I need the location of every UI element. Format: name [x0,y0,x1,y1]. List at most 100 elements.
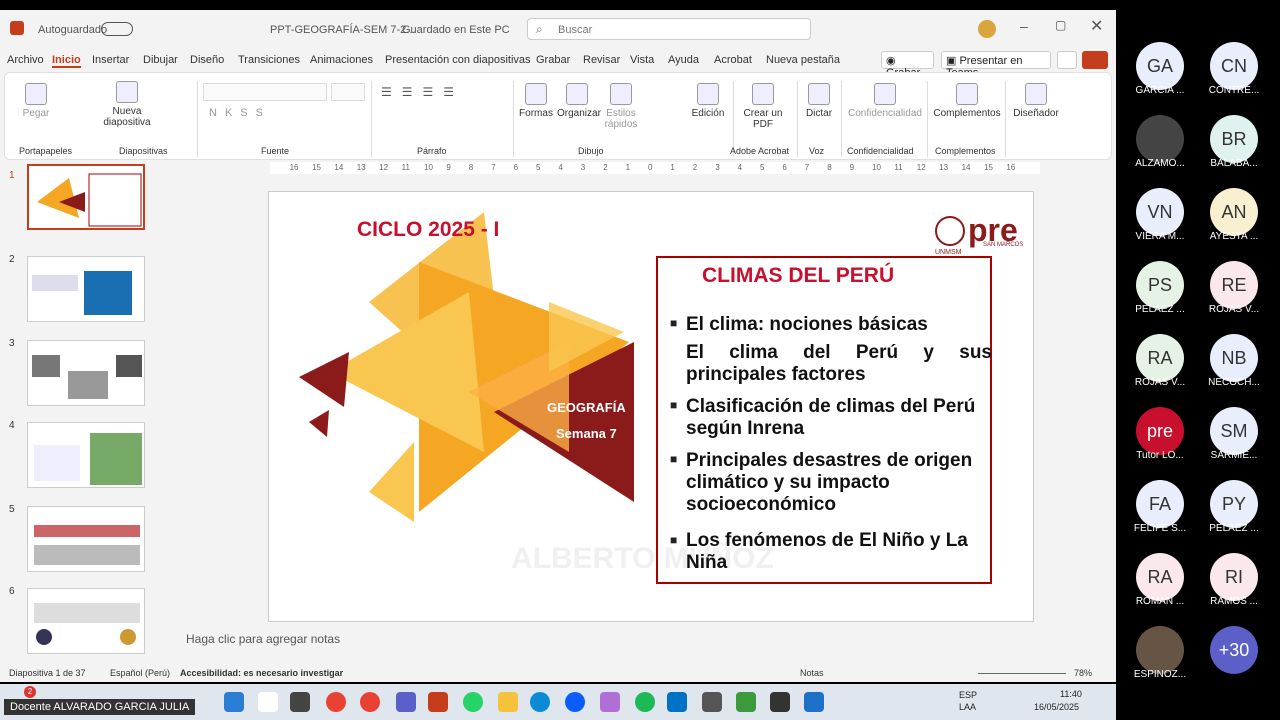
zoom-slider[interactable] [978,673,1066,674]
participant-avatar[interactable]: NB [1210,334,1258,382]
paste-button[interactable]: Pegar [19,83,53,119]
menu-diseno[interactable]: Diseño [190,54,224,66]
ruler-tick: 15 [984,163,993,172]
search-input[interactable]: Buscar [558,24,592,36]
participant-avatar[interactable]: VN [1136,188,1184,236]
designer-button[interactable]: Diseñador [1009,83,1063,119]
app-icon[interactable] [770,692,790,712]
cycle-title: CICLO 2025 - I [357,218,500,241]
new-slide-button[interactable]: Nueva diapositiva [99,81,155,128]
language-status[interactable]: Español (Perú) [110,668,170,678]
participant-avatar[interactable]: RA [1136,334,1184,382]
participant-avatar[interactable]: +30 [1210,626,1258,674]
thumbnail-slide-5[interactable] [27,506,145,572]
font-size-select[interactable] [331,83,365,101]
menu-dibujar[interactable]: Dibujar [143,54,178,66]
quick-styles-button[interactable]: Estilos rápidos [599,83,643,130]
participant-avatar[interactable] [1136,626,1184,674]
slide-canvas[interactable]: CICLO 2025 - I GEOGRAFÍA Semana 7 ALBERT… [268,191,1034,622]
notification-badge: 2 [24,686,36,698]
accessibility-status[interactable]: Accesibilidad: es necesario investigar [180,668,343,678]
thumbnail-slide-6[interactable] [27,588,145,654]
record-button[interactable]: ◉ Grabar [881,51,934,79]
zoom-level[interactable]: 78% [1074,668,1092,678]
autosave-label: Autoguardado [38,24,108,36]
zoom-icon[interactable] [565,692,585,712]
folder-icon[interactable] [498,692,518,712]
participant-avatar[interactable]: BR [1210,115,1258,163]
chrome-icon[interactable] [360,692,380,712]
thumbnail-slide-3[interactable] [27,340,145,406]
present-teams-button[interactable]: ▣ Presentar en Teams [941,51,1051,79]
menu-animaciones[interactable]: Animaciones [310,54,373,66]
user-avatar[interactable] [978,20,996,38]
notes-placeholder[interactable]: Haga clic para agregar notas [186,632,340,646]
participant-avatar[interactable]: CN [1210,42,1258,90]
menu-revisar[interactable]: Revisar [583,54,620,66]
participant-avatar[interactable] [1136,115,1184,163]
maximize-icon[interactable]: ▢ [1055,18,1066,32]
spotify-icon[interactable] [635,692,655,712]
task-view-icon[interactable] [290,692,310,712]
menu-presentacion[interactable]: Presentación con diapositivas [385,54,531,66]
participant-avatar[interactable]: PY [1210,480,1258,528]
new-slide-label: Nueva diapositiva [103,106,151,128]
ruler-tick: 14 [961,163,971,172]
outlook-icon[interactable] [667,692,687,712]
app-icon[interactable] [736,692,756,712]
participant-avatar[interactable]: GA [1136,42,1184,90]
create-pdf-button[interactable]: Crear un PDF [743,83,783,130]
editing-button[interactable]: Edición [688,83,728,119]
thumbnail-slide-2[interactable] [27,256,145,322]
search-icon[interactable] [258,692,278,712]
thumbnail-slide-4[interactable] [27,422,145,488]
whatsapp-icon[interactable] [463,692,483,712]
file-name[interactable]: PPT-GEOGRAFÍA-SEM 7-2... [270,24,415,36]
participant-avatar[interactable]: pre [1136,407,1184,455]
menu-grabar[interactable]: Grabar [536,54,570,66]
store-icon[interactable] [804,692,824,712]
search-box[interactable]: ⌕ Buscar [527,18,811,40]
font-format-buttons[interactable]: NKSS [209,107,271,119]
addins-button[interactable]: Complementos [931,83,1003,119]
separator [1005,81,1006,157]
menu-acrobat[interactable]: Acrobat [714,54,752,66]
participant-avatar[interactable]: SM [1210,407,1258,455]
teams-icon[interactable] [396,692,416,712]
dictate-button[interactable]: Dictar [801,83,837,119]
menu-ayuda[interactable]: Ayuda [668,54,699,66]
app-icon[interactable] [702,692,722,712]
shapes-button[interactable]: Formas [519,83,553,119]
menu-inicio[interactable]: Inicio [52,54,81,68]
ruler-tick: 15 [312,163,321,172]
participant-avatar[interactable]: PS [1136,261,1184,309]
autosave-toggle[interactable] [101,22,133,36]
menu-nueva-pestana[interactable]: Nueva pestaña [766,54,840,66]
menu-transiciones[interactable]: Transiciones [238,54,300,66]
thumbnail-slide-1[interactable] [27,164,145,230]
edge-icon[interactable] [530,692,550,712]
windows-start-icon[interactable] [224,692,244,712]
clock-time[interactable]: 11:40 [1060,689,1082,699]
minimize-icon[interactable]: – [1020,18,1028,34]
powerpoint-icon[interactable] [428,692,448,712]
menu-archivo[interactable]: Archivo [7,54,44,66]
share-button[interactable] [1082,51,1108,69]
copilot-icon[interactable] [600,692,620,712]
font-name-select[interactable] [203,83,327,101]
chrome-icon[interactable] [326,692,346,712]
close-icon[interactable]: ✕ [1090,16,1103,36]
keyboard-language[interactable]: ESP [959,690,977,700]
participant-avatar[interactable]: RE [1210,261,1258,309]
participant-avatar[interactable]: RI [1210,553,1258,601]
paragraph-buttons[interactable]: ☰☰☰☰ [381,85,464,99]
comments-icon[interactable] [1057,51,1077,69]
menu-vista[interactable]: Vista [630,54,654,66]
menu-insertar[interactable]: Insertar [92,54,129,66]
participant-avatar[interactable]: FA [1136,480,1184,528]
participant-avatar[interactable]: RA [1136,553,1184,601]
confidentiality-button[interactable]: Confidencialidad [845,83,925,119]
arrange-button[interactable]: Organizar [557,83,601,119]
notes-button[interactable]: Notas [800,668,824,678]
participant-avatar[interactable]: AN [1210,188,1258,236]
